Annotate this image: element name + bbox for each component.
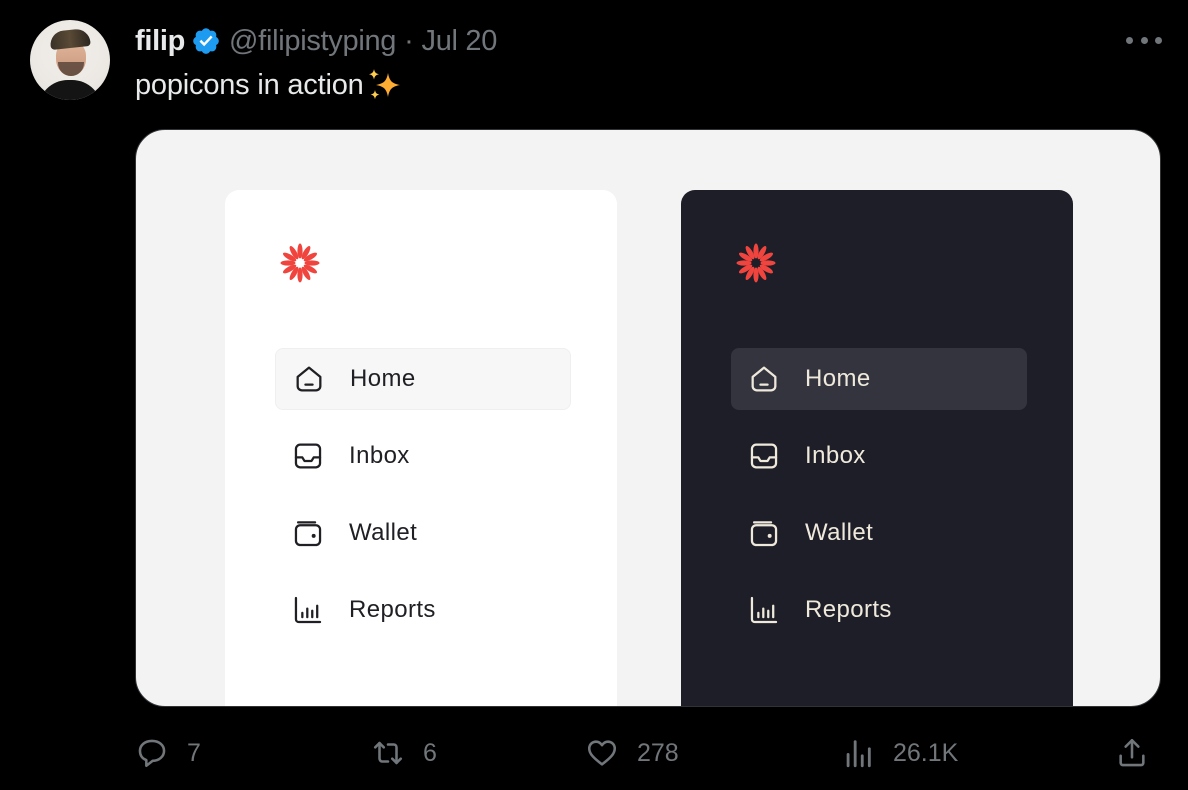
reports-icon: [750, 596, 778, 624]
separator-dot: ·: [404, 25, 414, 57]
nav-label: Inbox: [805, 442, 866, 469]
nav-item-wallet[interactable]: Wallet: [731, 502, 1027, 564]
wallet-icon: [750, 521, 778, 547]
sidebar-nav: Home Inbox Wallet Reports: [275, 348, 571, 656]
more-options-icon[interactable]: [1126, 26, 1162, 54]
share-button[interactable]: [1115, 731, 1167, 775]
avatar-shirt: [38, 80, 102, 100]
inbox-icon: [294, 443, 322, 469]
wallet-icon: [294, 521, 322, 547]
home-icon: [751, 366, 777, 392]
sidebar-light: Home Inbox Wallet Reports: [225, 190, 617, 706]
sidebar-nav: Home Inbox Wallet Reports: [731, 348, 1027, 656]
like-count: 278: [637, 738, 679, 767]
reports-icon: [294, 596, 322, 624]
views-button[interactable]: 26.1K: [841, 731, 958, 775]
nav-label: Home: [350, 365, 416, 392]
avatar-beard: [58, 62, 84, 76]
author-name[interactable]: filip: [135, 22, 185, 60]
avatar-cap: [49, 27, 91, 51]
dot: [1155, 36, 1162, 44]
dot: [1126, 36, 1133, 44]
nav-label: Inbox: [349, 442, 410, 469]
repost-count: 6: [423, 738, 437, 767]
view-count: 26.1K: [893, 738, 959, 767]
tweet-actions: 7 6 278 26.1K: [135, 731, 1161, 775]
like-button[interactable]: 278: [585, 731, 679, 775]
share-icon: [1119, 738, 1145, 767]
repost-button[interactable]: 6: [371, 731, 437, 775]
tweet-body: popicons in action: [135, 69, 364, 101]
nav-item-reports[interactable]: Reports: [731, 579, 1027, 641]
nav-label: Home: [805, 365, 871, 392]
nav-item-reports[interactable]: Reports: [275, 579, 571, 641]
reply-button[interactable]: 7: [135, 731, 201, 775]
tweet-date[interactable]: Jul 20: [422, 22, 498, 60]
sparkles-icon: [368, 69, 400, 100]
repost-icon: [373, 741, 403, 765]
nav-label: Reports: [805, 596, 892, 623]
author-handle[interactable]: @filipistyping: [229, 22, 396, 60]
nav-label: Wallet: [805, 519, 874, 546]
avatar[interactable]: [30, 20, 110, 100]
dot: [1140, 36, 1148, 44]
inbox-icon: [750, 443, 778, 469]
views-icon: [846, 740, 871, 768]
reply-icon: [138, 739, 166, 768]
nav-item-inbox[interactable]: Inbox: [275, 425, 571, 487]
nav-item-home[interactable]: Home: [731, 348, 1027, 410]
media-image[interactable]: Home Inbox Wallet Reports Home Inbox Wal…: [135, 129, 1161, 707]
reply-count: 7: [187, 738, 201, 767]
nav-item-wallet[interactable]: Wallet: [275, 502, 571, 564]
heart-icon: [587, 740, 617, 766]
nav-label: Reports: [349, 596, 436, 623]
popicons-logo-icon: [280, 243, 320, 283]
nav-item-inbox[interactable]: Inbox: [731, 425, 1027, 487]
nav-item-home[interactable]: Home: [275, 348, 571, 410]
nav-label: Wallet: [349, 519, 418, 546]
tweet-text: popicons in action: [135, 66, 402, 104]
home-icon: [296, 366, 322, 392]
tweet-header: filip @filipistyping · Jul 20: [135, 22, 497, 60]
sidebar-dark: Home Inbox Wallet Reports: [681, 190, 1073, 706]
popicons-logo-icon: [736, 243, 776, 283]
verified-badge-icon[interactable]: [191, 26, 221, 56]
